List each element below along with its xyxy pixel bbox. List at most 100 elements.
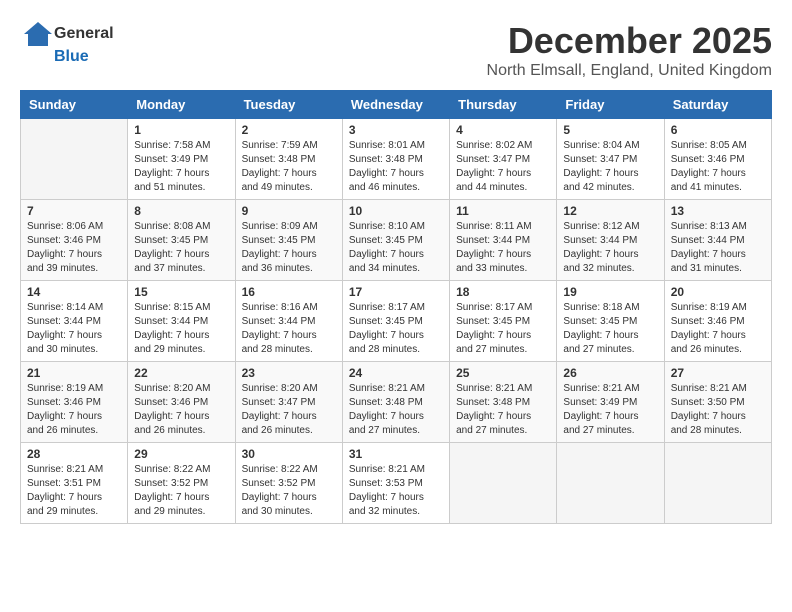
- logo-icon: [20, 20, 52, 48]
- calendar-cell: 26 Sunrise: 8:21 AM Sunset: 3:49 PM Dayli…: [557, 362, 664, 443]
- week-row-5: 28 Sunrise: 8:21 AM Sunset: 3:51 PM Dayli…: [21, 443, 772, 524]
- day-info: Sunrise: 8:21 AM Sunset: 3:49 PM Dayligh…: [563, 382, 657, 438]
- day-info: Sunrise: 8:09 AM Sunset: 3:45 PM Dayligh…: [242, 220, 336, 276]
- calendar-cell: 16Sunrise: 8:16 AM Sunset: 3:44 PM Dayli…: [235, 281, 342, 362]
- day-info: Sunrise: 8:13 AM Sunset: 3:44 PM Dayligh…: [671, 220, 765, 276]
- calendar-cell: 20 Sunrise: 8:19 AM Sunset: 3:46 PM Dayli…: [664, 281, 771, 362]
- calendar-cell: 27 Sunrise: 8:21 AM Sunset: 3:50 PM Dayli…: [664, 362, 771, 443]
- column-header-tuesday: Tuesday: [235, 91, 342, 119]
- week-row-1: 1Sunrise: 7:58 AM Sunset: 3:49 PM Daylig…: [21, 119, 772, 200]
- day-number: 29: [134, 447, 228, 461]
- calendar-cell: 1Sunrise: 7:58 AM Sunset: 3:49 PM Daylig…: [128, 119, 235, 200]
- day-info: Sunrise: 8:21 AM Sunset: 3:53 PM Dayligh…: [349, 463, 443, 519]
- column-header-monday: Monday: [128, 91, 235, 119]
- calendar-cell: 22Sunrise: 8:20 AM Sunset: 3:46 PM Dayli…: [128, 362, 235, 443]
- calendar-cell: 17 Sunrise: 8:17 AM Sunset: 3:45 PM Dayli…: [342, 281, 449, 362]
- calendar-cell: 13 Sunrise: 8:13 AM Sunset: 3:44 PM Dayli…: [664, 200, 771, 281]
- day-number: 6: [671, 123, 765, 137]
- day-number: 18: [456, 285, 550, 299]
- calendar-cell: 31 Sunrise: 8:21 AM Sunset: 3:53 PM Dayli…: [342, 443, 449, 524]
- calendar-cell: 2 Sunrise: 7:59 AM Sunset: 3:48 PM Daylig…: [235, 119, 342, 200]
- calendar-cell: 30 Sunrise: 8:22 AM Sunset: 3:52 PM Dayli…: [235, 443, 342, 524]
- day-info: Sunrise: 7:59 AM Sunset: 3:48 PM Dayligh…: [242, 139, 336, 195]
- logo: General Blue: [20, 20, 114, 66]
- calendar-cell: 19Sunrise: 8:18 AM Sunset: 3:45 PM Dayli…: [557, 281, 664, 362]
- column-header-friday: Friday: [557, 91, 664, 119]
- day-number: 15: [134, 285, 228, 299]
- day-number: 9: [242, 204, 336, 218]
- week-row-3: 14 Sunrise: 8:14 AM Sunset: 3:44 PM Dayli…: [21, 281, 772, 362]
- calendar-cell: 12 Sunrise: 8:12 AM Sunset: 3:44 PM Dayli…: [557, 200, 664, 281]
- calendar-cell: 29 Sunrise: 8:22 AM Sunset: 3:52 PM Dayli…: [128, 443, 235, 524]
- calendar-cell: 5 Sunrise: 8:04 AM Sunset: 3:47 PM Daylig…: [557, 119, 664, 200]
- calendar-title: December 2025: [487, 20, 772, 62]
- day-number: 10: [349, 204, 443, 218]
- day-number: 25: [456, 366, 550, 380]
- day-number: 26: [563, 366, 657, 380]
- calendar-cell: 24 Sunrise: 8:21 AM Sunset: 3:48 PM Dayli…: [342, 362, 449, 443]
- calendar-cell: 15 Sunrise: 8:15 AM Sunset: 3:44 PM Dayli…: [128, 281, 235, 362]
- day-number: 28: [27, 447, 121, 461]
- day-info: Sunrise: 8:21 AM Sunset: 3:50 PM Dayligh…: [671, 382, 765, 438]
- day-number: 8: [134, 204, 228, 218]
- calendar-body: 1Sunrise: 7:58 AM Sunset: 3:49 PM Daylig…: [21, 119, 772, 524]
- day-number: 7: [27, 204, 121, 218]
- day-info: Sunrise: 8:17 AM Sunset: 3:45 PM Dayligh…: [349, 301, 443, 357]
- day-number: 3: [349, 123, 443, 137]
- calendar-cell: [450, 443, 557, 524]
- day-info: Sunrise: 8:17 AM Sunset: 3:45 PM Dayligh…: [456, 301, 550, 357]
- day-number: 14: [27, 285, 121, 299]
- day-number: 31: [349, 447, 443, 461]
- day-info: Sunrise: 8:02 AM Sunset: 3:47 PM Dayligh…: [456, 139, 550, 195]
- calendar-cell: [664, 443, 771, 524]
- day-info: Sunrise: 8:21 AM Sunset: 3:48 PM Dayligh…: [349, 382, 443, 438]
- day-number: 23: [242, 366, 336, 380]
- logo-blue-text: Blue: [54, 48, 89, 66]
- day-number: 5: [563, 123, 657, 137]
- day-info: Sunrise: 8:14 AM Sunset: 3:44 PM Dayligh…: [27, 301, 121, 357]
- calendar-cell: 10 Sunrise: 8:10 AM Sunset: 3:45 PM Dayli…: [342, 200, 449, 281]
- column-header-saturday: Saturday: [664, 91, 771, 119]
- calendar-cell: 23 Sunrise: 8:20 AM Sunset: 3:47 PM Dayli…: [235, 362, 342, 443]
- calendar-cell: 25Sunrise: 8:21 AM Sunset: 3:48 PM Dayli…: [450, 362, 557, 443]
- calendar-header-row: SundayMondayTuesdayWednesdayThursdayFrid…: [21, 91, 772, 119]
- day-info: Sunrise: 8:18 AM Sunset: 3:45 PM Dayligh…: [563, 301, 657, 357]
- calendar-subtitle: North Elmsall, England, United Kingdom: [487, 62, 772, 80]
- week-row-2: 7 Sunrise: 8:06 AM Sunset: 3:46 PM Daylig…: [21, 200, 772, 281]
- calendar-cell: 11 Sunrise: 8:11 AM Sunset: 3:44 PM Dayli…: [450, 200, 557, 281]
- header: General Blue December 2025 North Elmsall…: [20, 20, 772, 80]
- day-info: Sunrise: 8:12 AM Sunset: 3:44 PM Dayligh…: [563, 220, 657, 276]
- day-number: 27: [671, 366, 765, 380]
- day-info: Sunrise: 8:06 AM Sunset: 3:46 PM Dayligh…: [27, 220, 121, 276]
- day-number: 30: [242, 447, 336, 461]
- day-info: Sunrise: 8:04 AM Sunset: 3:47 PM Dayligh…: [563, 139, 657, 195]
- day-number: 17: [349, 285, 443, 299]
- day-info: Sunrise: 8:21 AM Sunset: 3:51 PM Dayligh…: [27, 463, 121, 519]
- day-info: Sunrise: 8:05 AM Sunset: 3:46 PM Dayligh…: [671, 139, 765, 195]
- day-number: 1: [134, 123, 228, 137]
- day-info: Sunrise: 8:16 AM Sunset: 3:44 PM Dayligh…: [242, 301, 336, 357]
- day-info: Sunrise: 8:01 AM Sunset: 3:48 PM Dayligh…: [349, 139, 443, 195]
- day-info: Sunrise: 8:19 AM Sunset: 3:46 PM Dayligh…: [27, 382, 121, 438]
- day-number: 2: [242, 123, 336, 137]
- week-row-4: 21 Sunrise: 8:19 AM Sunset: 3:46 PM Dayli…: [21, 362, 772, 443]
- day-info: Sunrise: 8:20 AM Sunset: 3:47 PM Dayligh…: [242, 382, 336, 438]
- calendar-cell: 4 Sunrise: 8:02 AM Sunset: 3:47 PM Daylig…: [450, 119, 557, 200]
- day-number: 12: [563, 204, 657, 218]
- day-info: Sunrise: 8:22 AM Sunset: 3:52 PM Dayligh…: [242, 463, 336, 519]
- day-number: 20: [671, 285, 765, 299]
- day-number: 11: [456, 204, 550, 218]
- day-number: 4: [456, 123, 550, 137]
- day-number: 24: [349, 366, 443, 380]
- calendar-cell: 9 Sunrise: 8:09 AM Sunset: 3:45 PM Daylig…: [235, 200, 342, 281]
- day-info: Sunrise: 8:15 AM Sunset: 3:44 PM Dayligh…: [134, 301, 228, 357]
- day-info: Sunrise: 8:10 AM Sunset: 3:45 PM Dayligh…: [349, 220, 443, 276]
- day-number: 21: [27, 366, 121, 380]
- day-info: Sunrise: 8:11 AM Sunset: 3:44 PM Dayligh…: [456, 220, 550, 276]
- day-info: Sunrise: 8:22 AM Sunset: 3:52 PM Dayligh…: [134, 463, 228, 519]
- column-header-wednesday: Wednesday: [342, 91, 449, 119]
- day-info: Sunrise: 8:19 AM Sunset: 3:46 PM Dayligh…: [671, 301, 765, 357]
- calendar-cell: [557, 443, 664, 524]
- title-section: December 2025 North Elmsall, England, Un…: [487, 20, 772, 80]
- day-number: 13: [671, 204, 765, 218]
